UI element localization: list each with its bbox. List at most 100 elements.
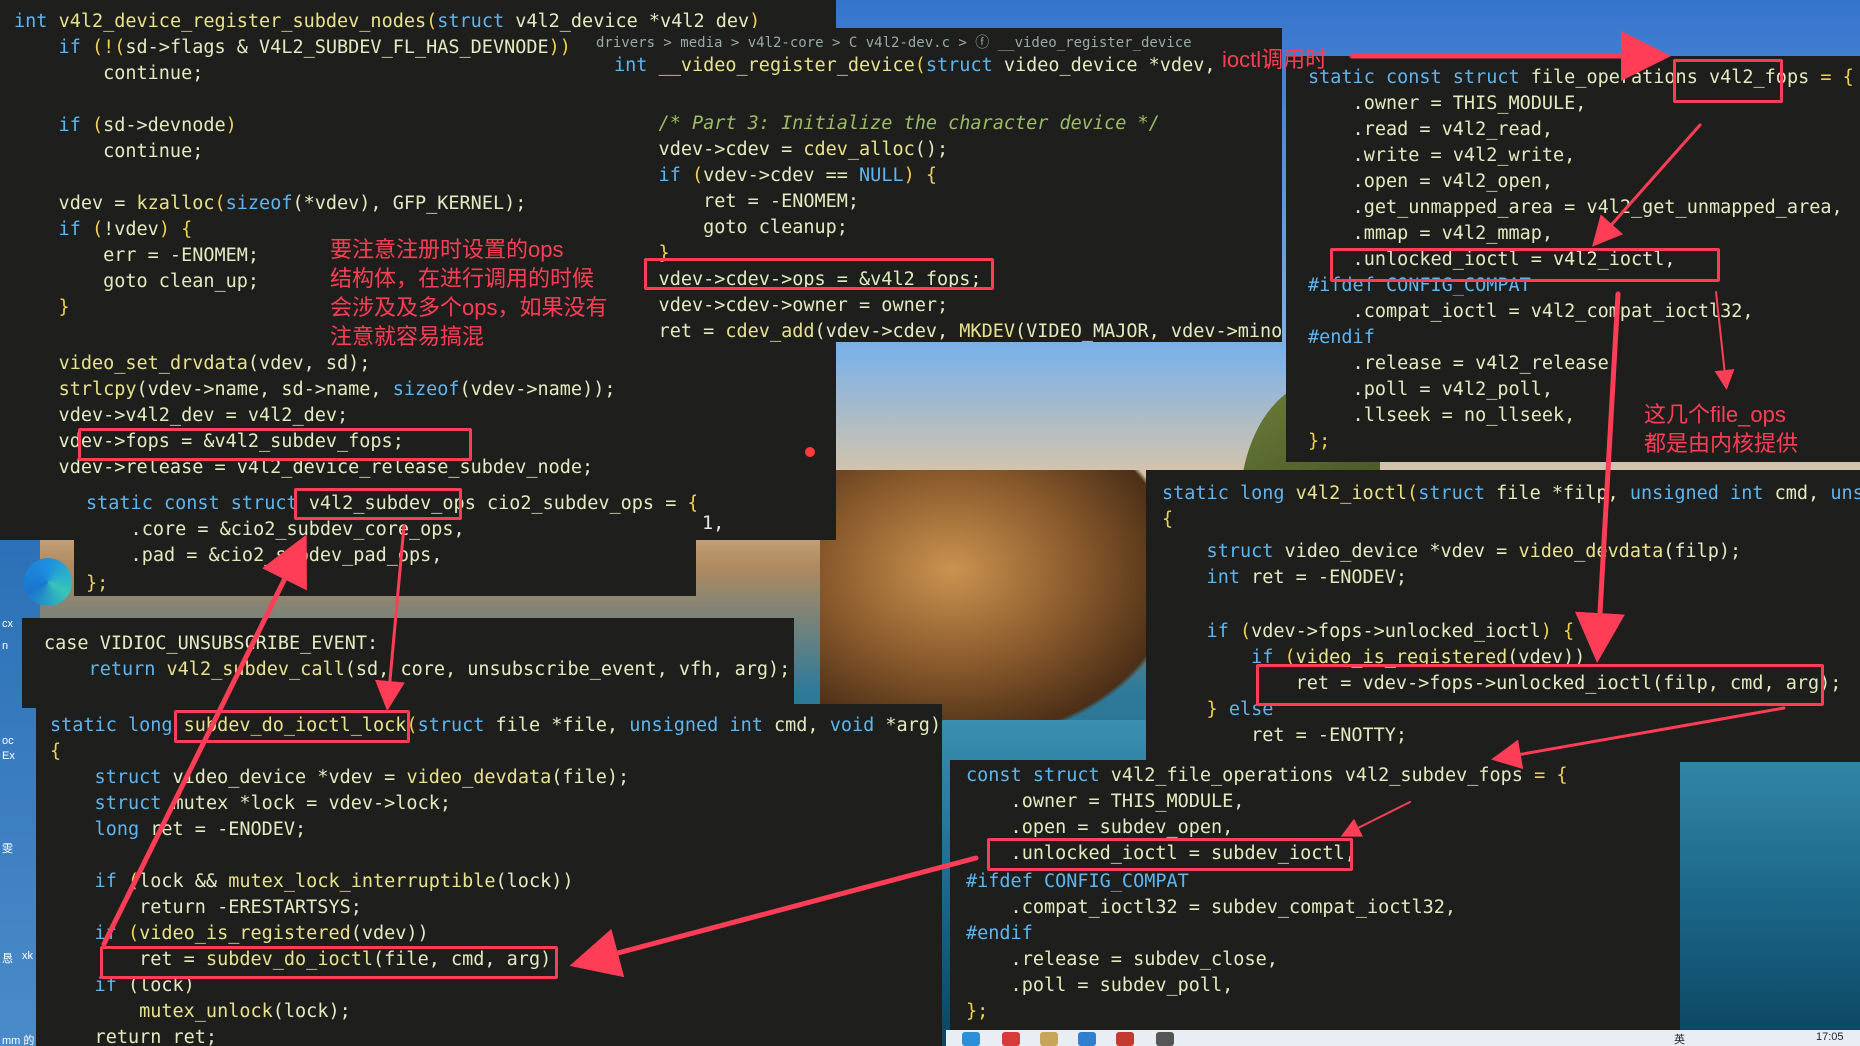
code-line[interactable]: .compat_ioctl = v4l2_compat_ioctl32, [1308, 300, 1754, 324]
code-line[interactable]: const struct v4l2_file_operations v4l2_s… [966, 764, 1567, 788]
code-panel-unsubscribe-event[interactable]: case VIDIOC_UNSUBSCRIBE_EVENT: return v4… [22, 618, 794, 708]
code-token: lock && [139, 871, 229, 892]
code-line[interactable]: static long v4l2_ioctl(struct file *filp… [1162, 482, 1860, 506]
desktop-label: Ex [2, 750, 15, 762]
code-line[interactable]: .pad = &cio2_subdev_pad_ops, [86, 544, 443, 568]
code-token: int [1162, 567, 1252, 588]
highlight-cdev-ops [644, 258, 994, 290]
tool-taskbar-icon[interactable] [1156, 1032, 1174, 1046]
code-line[interactable]: continue; [14, 140, 203, 164]
code-line[interactable]: .llseek = no_llseek, [1308, 404, 1576, 428]
code-line[interactable]: if (vdev->cdev == NULL) { [614, 164, 937, 188]
breakpoint-dot[interactable] [805, 447, 815, 457]
code-token: .open = v4l2_open, [1308, 171, 1554, 192]
code-line[interactable]: ret = -ENOTTY; [1162, 724, 1407, 748]
code-token: unsigned int [1629, 483, 1775, 504]
code-line[interactable]: .get_unmapped_area = v4l2_get_unmapped_a… [1308, 196, 1843, 220]
code-line[interactable]: ret = cdev_add(vdev->cdev, MKDEV(VIDEO_M… [614, 320, 1282, 342]
code-token: .write = v4l2_write, [1308, 145, 1576, 166]
code-panel-v4l2-ioctl[interactable]: static long v4l2_ioctl(struct file *filp… [1146, 470, 1860, 762]
code-token: cio2_subdev_ops = [486, 493, 688, 514]
code-line[interactable]: err = -ENOMEM; [14, 244, 259, 268]
code-line[interactable]: if (!(sd->flags & V4L2_SUBDEV_FL_HAS_DEV… [14, 36, 571, 60]
code-line[interactable]: }; [1308, 430, 1330, 454]
code-line[interactable]: .compat_ioctl32 = subdev_compat_ioctl32, [966, 896, 1457, 920]
code-line[interactable]: struct video_device *vdev = video_devdat… [50, 766, 630, 790]
code-token: struct [50, 767, 173, 788]
code-token: = { [1820, 67, 1854, 88]
code-line[interactable]: .core = &cio2_subdev_core_ops, [86, 518, 465, 542]
breadcrumb[interactable]: drivers > media > v4l2-core > C v4l2-dev… [596, 32, 1192, 52]
wallpaper-rock [820, 470, 1150, 720]
code-line[interactable]: /* Part 3: Initialize the character devi… [614, 112, 1160, 136]
code-line[interactable]: strlcpy(vdev->name, sd->name, sizeof(vde… [14, 378, 616, 402]
code-line[interactable]: }; [966, 1000, 988, 1024]
code-line[interactable]: } [14, 296, 70, 320]
code-line[interactable]: #endif [1308, 326, 1375, 350]
editor-taskbar-icon[interactable] [1116, 1032, 1134, 1046]
code-panel-subdev-do-ioctl-lock[interactable]: static long subdev_do_ioctl_lock(struct … [36, 704, 942, 1046]
code-line[interactable]: { [1162, 508, 1173, 532]
code-line[interactable]: long ret = -ENODEV; [50, 818, 307, 842]
code-line[interactable]: vdev->v4l2_dev = v4l2_dev; [14, 404, 349, 428]
code-line[interactable]: int ret = -ENODEV; [1162, 566, 1408, 590]
code-line[interactable]: if (!vdev) { [14, 218, 193, 242]
ime-indicator[interactable]: 英 [1674, 1031, 1685, 1046]
code-line[interactable]: .open = v4l2_open, [1308, 170, 1554, 194]
code-line[interactable]: if (video_is_registered(vdev)) [50, 922, 429, 946]
code-token: static long [1162, 483, 1296, 504]
edge-browser-icon[interactable] [24, 558, 72, 606]
code-line[interactable]: #endif [966, 922, 1033, 946]
code-token: .compat_ioctl = v4l2_compat_ioctl32, [1308, 301, 1754, 322]
code-line[interactable]: .owner = THIS_MODULE, [1308, 92, 1587, 116]
code-line[interactable]: #ifdef CONFIG_COMPAT [966, 870, 1189, 894]
code-line[interactable]: }; [86, 572, 108, 596]
code-token: ( [127, 923, 140, 944]
code-line[interactable]: continue; [14, 62, 203, 86]
code-line[interactable]: video_set_drvdata(vdev, sd); [14, 352, 371, 376]
code-line[interactable]: vdev = kzalloc(sizeof(*vdev), GFP_KERNEL… [14, 192, 527, 216]
vscode-taskbar-icon[interactable] [1078, 1032, 1096, 1046]
code-token: }; [86, 573, 109, 594]
code-line[interactable]: .release = subdev_close, [966, 948, 1278, 972]
code-token: continue; [14, 63, 204, 84]
code-line[interactable]: goto clean_up; [14, 270, 259, 294]
code-line[interactable]: return v4l2_subdev_call(sd, core, unsubs… [44, 658, 791, 682]
code-line[interactable]: .poll = subdev_poll, [966, 974, 1234, 998]
code-line[interactable]: int __video_register_device(struct video… [614, 54, 1215, 78]
code-line[interactable]: return -ERESTARTSYS; [50, 896, 362, 920]
code-panel-v4l2-subdev-fops[interactable]: const struct v4l2_file_operations v4l2_s… [950, 760, 1680, 1046]
code-line[interactable]: struct video_device *vdev = video_devdat… [1162, 540, 1742, 564]
code-line[interactable]: if (sd->devnode) [14, 114, 237, 138]
code-line[interactable]: vdev->cdev->owner = owner; [614, 294, 949, 318]
code-line[interactable]: .owner = THIS_MODULE, [966, 790, 1245, 814]
code-line[interactable]: if (vdev->fops->unlocked_ioctl) { [1162, 620, 1575, 644]
code-line[interactable]: return ret; [50, 1026, 218, 1046]
code-line[interactable]: .open = subdev_open, [966, 816, 1234, 840]
edge-taskbar-icon[interactable] [962, 1032, 980, 1046]
code-token: mutex_unlock [139, 1001, 273, 1022]
clock[interactable]: 17:05 [1816, 1031, 1844, 1043]
code-line[interactable]: mutex_unlock(lock); [50, 1000, 351, 1024]
code-line[interactable]: .mmap = v4l2_mmap, [1308, 222, 1554, 246]
code-line[interactable]: if (lock && mutex_lock_interruptible(loc… [50, 870, 574, 894]
code-token: (vdev->cdev, [814, 321, 960, 342]
code-line[interactable]: case VIDIOC_UNSUBSCRIBE_EVENT: [44, 632, 378, 656]
code-token: ( [214, 193, 226, 214]
code-line[interactable]: .poll = v4l2_poll, [1308, 378, 1554, 402]
code-line[interactable]: vdev->cdev = cdev_alloc(); [614, 138, 949, 162]
code-line[interactable]: .read = v4l2_read, [1308, 118, 1554, 142]
code-line[interactable]: struct mutex *lock = vdev->lock; [50, 792, 451, 816]
code-token: vdev->cdev = [614, 139, 804, 160]
code-line[interactable]: { [50, 740, 61, 764]
code-line[interactable]: ret = -ENOMEM; [614, 190, 859, 214]
code-line[interactable]: .release = v4l2_release, [1308, 352, 1620, 376]
code-line[interactable]: goto cleanup; [614, 216, 848, 240]
code-token: .open = subdev_open, [966, 817, 1234, 838]
files-taskbar-icon[interactable] [1040, 1032, 1058, 1046]
highlight-unlocked-ioctl-call [1256, 664, 1824, 706]
app-taskbar-icon[interactable] [1002, 1032, 1020, 1046]
code-panel-video-register-device[interactable]: int __video_register_device(struct video… [592, 28, 1282, 342]
code-token: (vdev->name)); [459, 379, 616, 400]
code-line[interactable]: .write = v4l2_write, [1308, 144, 1576, 168]
